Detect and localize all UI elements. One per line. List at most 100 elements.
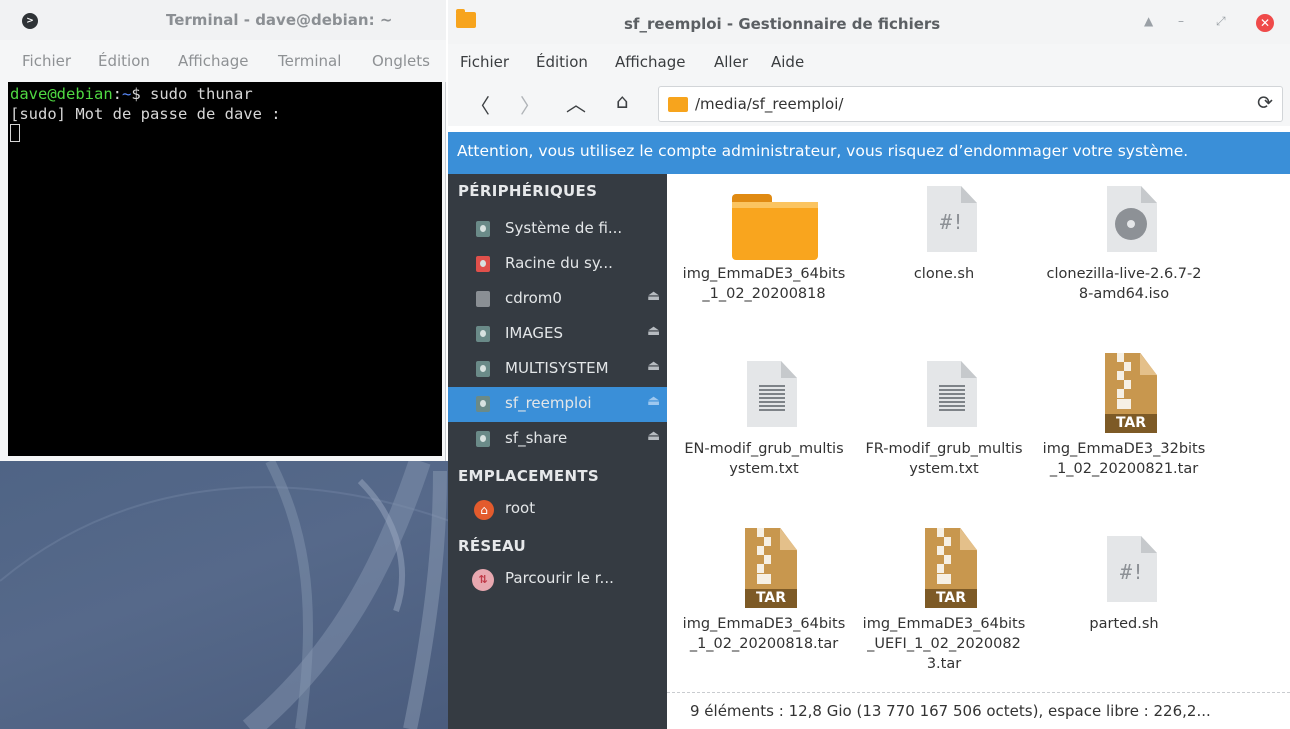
sidebar-item-root[interactable]: ⌂ root [448, 492, 667, 527]
sidebar-item-sf-share[interactable]: sf_share ⏏ [448, 422, 667, 457]
tar-archive-icon: TAR [1105, 353, 1157, 433]
prompt-path: ~ [122, 85, 132, 103]
file-name: FR-modif_grub_multisystem.txt [865, 441, 1023, 477]
terminal-menu-onglets[interactable]: Onglets [372, 52, 430, 70]
drive-icon [476, 396, 490, 412]
prompt-separator: : [112, 85, 122, 103]
desktop-wallpaper [0, 461, 450, 729]
tar-label: TAR [925, 589, 977, 608]
menu-edition[interactable]: Édition [536, 53, 588, 71]
terminal-menu-fichier[interactable]: Fichier [22, 52, 71, 70]
terminal-output-line: [sudo] Mot de passe de dave : [10, 105, 281, 123]
sidebar-item-multisystem[interactable]: MULTISYSTEM ⏏ [448, 352, 667, 387]
sidebar-item-filesystem[interactable]: Système de fi... [448, 212, 667, 247]
eject-icon[interactable]: ⏏ [647, 323, 660, 339]
admin-warning-banner: Attention, vous utilisez le compte admin… [448, 132, 1290, 174]
file-manager-title: sf_reemploi - Gestionnaire de fichiers [624, 15, 941, 33]
file-name: clonezilla-live-2.6.7-28-amd64.iso [1046, 266, 1202, 302]
network-icon: ⇅ [472, 569, 494, 591]
sidebar-heading-devices: PÉRIPHÉRIQUES [458, 182, 598, 200]
file-name: parted.sh [1089, 616, 1159, 632]
sidebar-item-label: Système de fi... [505, 219, 623, 237]
folder-app-icon [456, 9, 476, 28]
terminal-title: Terminal - dave@debian: ~ [166, 11, 393, 29]
sidebar-item-cdrom0[interactable]: cdrom0 ⏏ [448, 282, 667, 317]
status-bar: 9 éléments : 12,8 Gio (13 770 167 506 oc… [667, 692, 1290, 729]
sidebar-item-label: IMAGES [505, 324, 563, 342]
terminal-window[interactable]: > Terminal - dave@debian: ~ Fichier Édit… [0, 0, 446, 461]
sidebar-item-label: sf_share [505, 429, 568, 447]
sidebar-item-browse-network[interactable]: ⇅ Parcourir le r... [448, 562, 667, 597]
menu-fichier[interactable]: Fichier [460, 53, 509, 71]
file-item[interactable]: TAR img_EmmaDE3_32bits_1_02_20200821.tar [1036, 349, 1212, 479]
root-drive-icon [476, 256, 490, 272]
home-icon: ⌂ [474, 500, 494, 520]
debian-swirl-graphic [0, 461, 450, 729]
back-arrow-icon[interactable]: 〈 [470, 90, 490, 119]
eject-icon[interactable]: ⏏ [647, 393, 660, 409]
file-name: clone.sh [913, 266, 975, 282]
file-item[interactable]: EN-modif_grub_multisystem.txt [676, 349, 852, 479]
file-name: EN-modif_grub_multisystem.txt [684, 441, 844, 477]
file-name: img_EmmaDE3_32bits_1_02_20200821.tar [1042, 441, 1206, 477]
sidebar-item-images[interactable]: IMAGES ⏏ [448, 317, 667, 352]
sidebar-item-label: cdrom0 [505, 289, 562, 307]
file-item[interactable]: #! parted.sh [1036, 524, 1212, 634]
file-item[interactable]: clonezilla-live-2.6.7-28-amd64.iso [1036, 174, 1212, 304]
cdrom-icon [476, 291, 490, 307]
drive-icon [476, 326, 490, 342]
drive-icon [476, 431, 490, 447]
maximize-window-icon[interactable]: ⤢ [1216, 14, 1226, 29]
drive-icon [476, 361, 490, 377]
sidebar-item-root-drive[interactable]: Racine du sy... [448, 247, 667, 282]
file-name: img_EmmaDE3_64bits_1_02_20200818 [682, 266, 846, 302]
menu-aide[interactable]: Aide [771, 53, 804, 71]
sidebar: PÉRIPHÉRIQUES Système de fi... Racine du… [448, 174, 667, 729]
shade-window-icon[interactable]: ▲ [1144, 14, 1153, 28]
terminal-menu-terminal[interactable]: Terminal [278, 52, 341, 70]
sidebar-item-sf-reemploi[interactable]: sf_reemploi ⏏ [448, 387, 667, 422]
file-item[interactable]: img_EmmaDE3_64bits_1_02_20200818 [676, 174, 852, 304]
location-folder-icon [668, 97, 688, 112]
terminal-command: sudo thunar [150, 85, 253, 103]
script-mark: #! [1119, 560, 1145, 584]
sidebar-item-label: Parcourir le r... [505, 569, 614, 587]
file-manager-menubar: Fichier Édition Affichage Aller Aide [448, 44, 1290, 82]
terminal-menu-edition[interactable]: Édition [98, 52, 150, 70]
file-icon-view[interactable]: img_EmmaDE3_64bits_1_02_20200818 #! clon… [667, 174, 1290, 692]
eject-icon[interactable]: ⏏ [647, 358, 660, 374]
file-name: img_EmmaDE3_64bits_UEFI_1_02_20200823.ta… [862, 616, 1026, 672]
parent-folder-icon[interactable]: ︿ [566, 88, 586, 117]
eject-icon[interactable]: ⏏ [647, 288, 660, 304]
location-bar[interactable]: /media/sf_reemploi/ ⟳ [658, 86, 1283, 122]
terminal-screen[interactable]: dave@debian:~$ sudo thunar [sudo] Mot de… [8, 82, 442, 456]
sidebar-heading-places: EMPLACEMENTS [458, 467, 599, 485]
terminal-menu-affichage[interactable]: Affichage [178, 52, 248, 70]
folder-icon [732, 194, 818, 260]
prompt-symbol: $ [131, 85, 151, 103]
forward-arrow-icon[interactable]: 〉 [520, 90, 540, 119]
file-manager-titlebar[interactable]: sf_reemploi - Gestionnaire de fichiers ▲… [448, 0, 1290, 44]
minimize-window-icon[interactable]: – [1178, 14, 1184, 28]
reload-icon[interactable]: ⟳ [1257, 92, 1273, 114]
terminal-app-icon: > [22, 13, 38, 29]
terminal-menubar: Fichier Édition Affichage Terminal Ongle… [0, 40, 446, 82]
eject-icon[interactable]: ⏏ [647, 428, 660, 444]
tar-label: TAR [745, 589, 797, 608]
terminal-cursor [10, 124, 20, 142]
sidebar-heading-network: RÉSEAU [458, 537, 526, 555]
file-manager-window[interactable]: sf_reemploi - Gestionnaire de fichiers ▲… [448, 0, 1290, 729]
file-item[interactable]: FR-modif_grub_multisystem.txt [856, 349, 1032, 479]
file-item[interactable]: TAR img_EmmaDE3_64bits_1_02_20200818.tar [676, 524, 852, 654]
location-path[interactable]: /media/sf_reemploi/ [695, 95, 843, 113]
tar-archive-icon: TAR [745, 528, 797, 608]
terminal-titlebar[interactable]: > Terminal - dave@debian: ~ [0, 0, 446, 40]
sidebar-item-label: Racine du sy... [505, 254, 613, 272]
script-mark: #! [939, 210, 965, 234]
file-item[interactable]: #! clone.sh [856, 174, 1032, 284]
close-window-icon[interactable]: ✕ [1256, 14, 1274, 32]
menu-affichage[interactable]: Affichage [615, 53, 685, 71]
home-icon[interactable]: ⌂ [616, 89, 629, 113]
menu-aller[interactable]: Aller [714, 53, 748, 71]
file-item[interactable]: TAR img_EmmaDE3_64bits_UEFI_1_02_2020082… [856, 524, 1032, 674]
